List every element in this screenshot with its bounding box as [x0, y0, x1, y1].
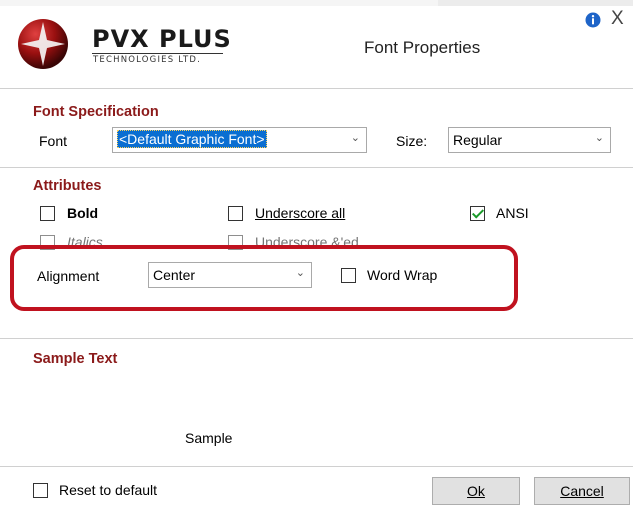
brand-name: PVX PLUS [92, 25, 232, 53]
font-spec-divider [0, 167, 633, 168]
footer-divider [0, 466, 633, 467]
brand-subtitle: TECHNOLOGIES LTD. [93, 55, 202, 65]
attributes-title: Attributes [33, 178, 102, 194]
brand-divider [92, 53, 223, 54]
font-select[interactable]: <Default Graphic Font> ⌄ [112, 127, 367, 153]
dialog-title: Font Properties [364, 38, 481, 57]
ok-button[interactable]: Ok [432, 477, 520, 505]
attributes-divider [0, 338, 633, 339]
close-icon[interactable]: X [611, 8, 624, 30]
chevron-down-icon: ⌄ [350, 132, 360, 144]
size-select[interactable]: Regular ⌄ [448, 127, 611, 153]
sample-text: Sample [185, 430, 233, 446]
ansi-label: ANSI [496, 205, 529, 221]
size-select-value: Regular [453, 132, 503, 148]
size-label: Size: [396, 133, 428, 149]
font-select-value: <Default Graphic Font> [117, 130, 267, 148]
underscore-all-checkbox[interactable] [228, 206, 243, 221]
ok-button-label: Ok [467, 483, 485, 499]
font-spec-title: Font Specification [33, 104, 159, 120]
bold-checkbox[interactable] [40, 206, 55, 221]
highlight-annotation [10, 245, 518, 311]
sample-title: Sample Text [33, 351, 118, 367]
underscore-all-label: Underscore all [255, 205, 346, 221]
font-label: Font [39, 133, 68, 149]
bold-label: Bold [67, 205, 99, 221]
reset-label: Reset to default [59, 482, 158, 498]
cancel-button[interactable]: Cancel [534, 477, 630, 505]
pvx-logo-icon [18, 19, 68, 69]
reset-checkbox[interactable] [33, 483, 48, 498]
ansi-checkbox[interactable] [470, 206, 485, 221]
chevron-down-icon: ⌄ [594, 132, 604, 144]
cancel-button-label: Cancel [560, 483, 604, 499]
info-icon[interactable] [585, 12, 601, 28]
header-divider [0, 88, 633, 89]
